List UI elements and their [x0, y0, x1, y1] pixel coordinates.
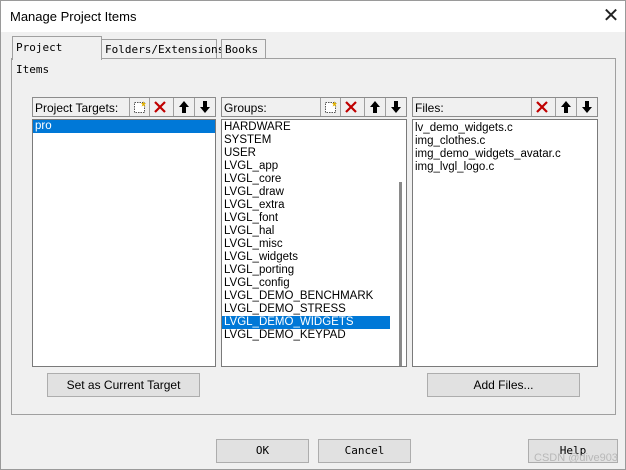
list-item-group[interactable]: LVGL_extra: [222, 199, 390, 212]
files-label: Files:: [415, 101, 444, 115]
cancel-button[interactable]: Cancel: [318, 439, 411, 463]
move-up-icon[interactable]: [364, 98, 384, 116]
list-item-target[interactable]: pro: [33, 120, 215, 133]
new-item-icon[interactable]: [320, 98, 340, 116]
list-item-group[interactable]: LVGL_DEMO_BENCHMARK: [222, 290, 390, 303]
new-item-icon[interactable]: [129, 98, 149, 116]
groups-scroll-thumb[interactable]: [399, 182, 402, 366]
list-item-group[interactable]: LVGL_hal: [222, 225, 390, 238]
list-item-group[interactable]: LVGL_draw: [222, 186, 390, 199]
list-item-group[interactable]: SYSTEM: [222, 134, 390, 147]
list-item-group[interactable]: LVGL_DEMO_KEYPAD: [222, 329, 390, 342]
files-header: Files:: [412, 97, 598, 117]
list-item-file[interactable]: img_demo_widgets_avatar.c: [413, 148, 597, 161]
set-current-target-button[interactable]: Set as Current Target: [47, 373, 200, 397]
list-item-file[interactable]: lv_demo_widgets.c: [413, 122, 597, 135]
list-item-group[interactable]: USER: [222, 147, 390, 160]
list-item-group[interactable]: LVGL_misc: [222, 238, 390, 251]
tab-project-items[interactable]: Project Items: [12, 36, 102, 76]
list-item-group[interactable]: LVGL_core: [222, 173, 390, 186]
ok-button[interactable]: OK: [216, 439, 309, 463]
move-down-icon[interactable]: [576, 98, 596, 116]
list-item-group[interactable]: HARDWARE: [222, 121, 390, 134]
title-bar: Manage Project Items ✕: [1, 1, 625, 32]
groups-list[interactable]: HARDWARE SYSTEM USER LVGL_app LVGL_core …: [221, 119, 407, 367]
list-item-group[interactable]: LVGL_DEMO_STRESS: [222, 303, 390, 316]
window-title: Manage Project Items: [10, 9, 137, 24]
tab-books[interactable]: Books: [221, 39, 266, 59]
list-item-group-selected[interactable]: LVGL_DEMO_WIDGETS: [222, 316, 390, 329]
list-item-group[interactable]: LVGL_config: [222, 277, 390, 290]
list-item-group[interactable]: LVGL_font: [222, 212, 390, 225]
list-item-file[interactable]: img_lvgl_logo.c: [413, 161, 597, 174]
tab-panel: Project Targets: pro Set as Current Targ…: [11, 58, 616, 415]
list-item-group[interactable]: LVGL_widgets: [222, 251, 390, 264]
add-files-button[interactable]: Add Files...: [427, 373, 580, 397]
watermark: CSDN @dive903: [534, 452, 618, 464]
list-item-group[interactable]: LVGL_porting: [222, 264, 390, 277]
tab-folders-extensions[interactable]: Folders/Extensions: [101, 39, 224, 59]
move-up-icon[interactable]: [173, 98, 193, 116]
groups-label: Groups:: [224, 101, 267, 115]
delete-icon[interactable]: [531, 98, 551, 116]
targets-list[interactable]: pro: [32, 119, 216, 367]
list-item-group[interactable]: LVGL_app: [222, 160, 390, 173]
groups-header: Groups:: [221, 97, 407, 117]
dialog-window: Manage Project Items ✕ Project Items Fol…: [0, 0, 626, 470]
move-up-icon[interactable]: [555, 98, 575, 116]
targets-header: Project Targets:: [32, 97, 216, 117]
move-down-icon[interactable]: [385, 98, 405, 116]
list-item-file[interactable]: img_clothes.c: [413, 135, 597, 148]
close-icon[interactable]: ✕: [599, 4, 623, 28]
files-list[interactable]: lv_demo_widgets.c img_clothes.c img_demo…: [412, 119, 598, 367]
delete-icon[interactable]: [149, 98, 169, 116]
delete-icon[interactable]: [340, 98, 360, 116]
move-down-icon[interactable]: [194, 98, 214, 116]
targets-label: Project Targets:: [35, 101, 119, 115]
